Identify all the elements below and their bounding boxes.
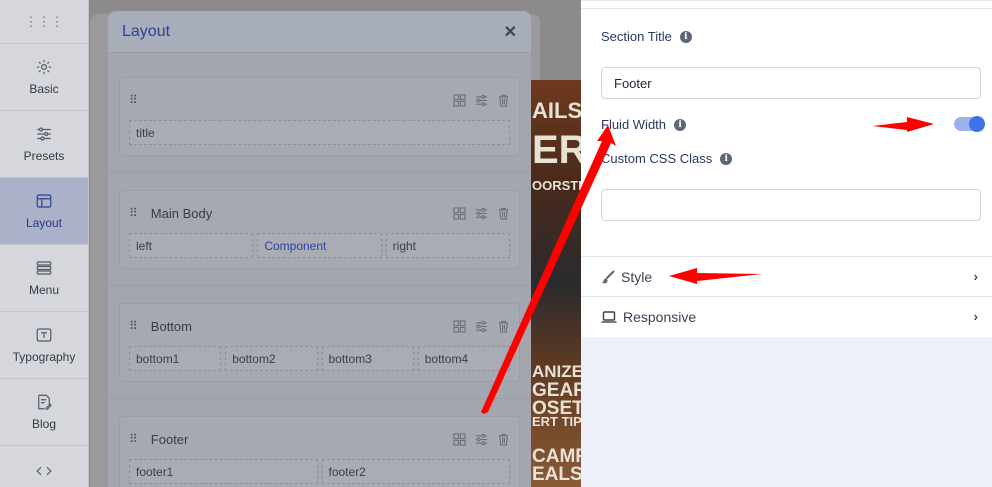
background-magazine-image: AILS ER OORSTE ANIZE GEAR OSET ERT TIPS … xyxy=(530,80,581,487)
trash-icon[interactable] xyxy=(497,320,510,333)
style-accordion[interactable]: Style › xyxy=(581,256,992,296)
section-title-label: Section Title i xyxy=(601,29,692,44)
left-sidebar: ⋮⋮⋮ Basic Presets Layout Menu Typography… xyxy=(0,0,89,487)
custom-css-label: Custom CSS Class i xyxy=(601,151,733,166)
blog-icon xyxy=(38,394,52,410)
sidebar-item-label: Basic xyxy=(29,82,59,96)
columns-icon[interactable] xyxy=(453,206,466,220)
section-settings-panel: Section Title i Footer Fluid Width i Cus… xyxy=(581,0,992,487)
grip-icon: ⋮⋮⋮ xyxy=(24,13,64,29)
image-text: ER xyxy=(532,128,581,172)
responsive-accordion[interactable]: Responsive › xyxy=(581,296,992,336)
info-icon[interactable]: i xyxy=(674,118,687,131)
gear-icon xyxy=(36,59,52,75)
image-text: AILS xyxy=(532,98,581,123)
modal-header: Layout ✕ xyxy=(108,11,531,53)
sidebar-item-label: Menu xyxy=(28,283,60,297)
sidebar-item-label: Presets xyxy=(23,149,65,163)
custom-css-input[interactable] xyxy=(601,189,981,221)
drag-handle-icon[interactable]: ⠿ xyxy=(129,94,138,106)
divider xyxy=(581,1,992,9)
image-text: ANIZE xyxy=(532,362,581,381)
modal-title: Layout xyxy=(122,22,171,40)
layout-modal: Layout ✕ ⠿ title ⠿ Main Body left Compon… xyxy=(108,11,531,487)
layout-section-row[interactable]: ⠿ Bottom bottom1 bottom2 bottom3 bottom4 xyxy=(109,303,530,399)
sidebar-item-code[interactable] xyxy=(0,446,88,487)
laptop-icon xyxy=(601,310,617,323)
layout-column[interactable]: bottom4 xyxy=(417,346,510,371)
layout-sections: ⠿ title ⠿ Main Body left Component right… xyxy=(108,53,531,487)
layout-column[interactable]: footer2 xyxy=(321,459,510,484)
section-title-input[interactable]: Footer xyxy=(601,67,981,99)
section-name: Footer xyxy=(150,431,189,447)
typography-icon xyxy=(36,328,52,342)
label-text: Custom CSS Class xyxy=(601,151,713,166)
sidebar-item-layout[interactable]: Layout xyxy=(0,178,88,245)
sidebar-item-typography[interactable]: Typography xyxy=(0,312,88,379)
settings-sliders-icon[interactable] xyxy=(475,207,488,220)
drag-handle-icon[interactable]: ⠿ xyxy=(129,320,138,332)
section-name: Main Body xyxy=(150,205,213,221)
image-text: OORSTE xyxy=(532,178,581,193)
layout-column[interactable]: right xyxy=(385,233,510,258)
columns-icon[interactable] xyxy=(453,432,466,446)
info-icon[interactable]: i xyxy=(679,30,692,43)
trash-icon[interactable] xyxy=(497,94,510,107)
fluid-width-label: Fluid Width i xyxy=(601,117,687,132)
columns-icon[interactable] xyxy=(453,319,466,333)
sidebar-item-menu[interactable]: Menu xyxy=(0,245,88,312)
sidebar-item-label: Typography xyxy=(12,350,76,364)
menu-icon xyxy=(36,261,52,275)
columns-icon[interactable] xyxy=(453,93,466,107)
layout-column[interactable]: left xyxy=(129,233,254,258)
chevron-right-icon: › xyxy=(973,309,978,324)
accordion-label: Responsive xyxy=(623,308,697,325)
layout-section-row[interactable]: ⠿ title xyxy=(109,77,530,173)
sidebar-drag-handle[interactable]: ⋮⋮⋮ xyxy=(0,0,88,44)
sidebar-item-label: Blog xyxy=(31,417,57,431)
close-icon[interactable]: ✕ xyxy=(504,22,517,42)
sidebar-item-blog[interactable]: Blog xyxy=(0,379,88,446)
layout-column[interactable]: bottom1 xyxy=(129,346,222,371)
settings-form: Section Title i Footer Fluid Width i Cus… xyxy=(581,0,992,337)
code-icon xyxy=(36,466,52,475)
fluid-width-toggle[interactable] xyxy=(954,116,985,132)
sidebar-item-basic[interactable]: Basic xyxy=(0,44,88,111)
label-text: Section Title xyxy=(601,29,672,44)
brush-icon xyxy=(602,270,615,283)
layout-column[interactable]: footer1 xyxy=(129,459,318,484)
drag-handle-icon[interactable]: ⠿ xyxy=(129,207,138,219)
sidebar-item-label: Layout xyxy=(25,216,63,230)
trash-icon[interactable] xyxy=(497,433,510,446)
trash-icon[interactable] xyxy=(497,207,510,220)
chevron-right-icon: › xyxy=(973,269,978,284)
layout-section-row-footer[interactable]: ⠿ Footer footer1 footer2 xyxy=(119,416,520,487)
layout-column[interactable]: bottom2 xyxy=(225,346,318,371)
info-icon[interactable]: i xyxy=(720,152,733,165)
layout-section-row[interactable]: ⠿ Main Body left Component right xyxy=(109,190,530,286)
image-text: ERT TIPS xyxy=(532,414,581,429)
layout-column[interactable]: title xyxy=(129,120,510,145)
sidebar-item-presets[interactable]: Presets xyxy=(0,111,88,178)
settings-sliders-icon[interactable] xyxy=(475,94,488,107)
section-name: Bottom xyxy=(150,318,192,334)
label-text: Fluid Width xyxy=(601,117,667,132)
settings-sliders-icon[interactable] xyxy=(475,320,488,333)
accordion-label: Style xyxy=(621,268,653,285)
layout-icon xyxy=(36,194,52,208)
layout-column[interactable]: bottom3 xyxy=(321,346,414,371)
image-text: EALS xyxy=(532,464,581,485)
sliders-icon xyxy=(37,127,51,141)
drag-handle-icon[interactable]: ⠿ xyxy=(129,433,138,445)
layout-column-component[interactable]: Component xyxy=(257,233,382,258)
settings-sliders-icon[interactable] xyxy=(475,433,488,446)
